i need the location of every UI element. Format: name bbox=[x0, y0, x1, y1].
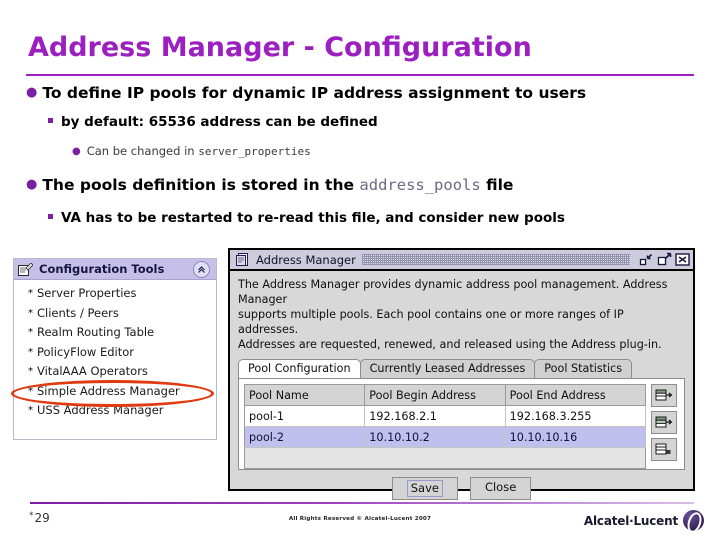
bullet-level2-restart-va: VA has to be restarted to re-read this f… bbox=[48, 210, 565, 226]
cell-pool-end-address[interactable]: 192.168.3.255 bbox=[505, 405, 647, 427]
sidebar-item-realm-routing-table[interactable]: * Realm Routing Table bbox=[28, 323, 216, 343]
address-manager-dialog: Address Manager The Address Manager prov… bbox=[228, 248, 695, 500]
bullet-level1-pools-file: ● The pools definition is stored in the a… bbox=[26, 176, 514, 194]
close-button[interactable]: Close bbox=[469, 477, 532, 500]
application-window-icon bbox=[235, 252, 250, 267]
dialog-description: The Address Manager provides dynamic add… bbox=[230, 271, 693, 356]
bullet-star-icon: * bbox=[28, 307, 33, 319]
tab-pool-configuration[interactable]: Pool Configuration bbox=[238, 359, 361, 378]
bullet-star-icon: * bbox=[28, 366, 33, 377]
code-server-properties: server_properties bbox=[198, 145, 311, 158]
sidebar-item-uss-address-manager[interactable]: * USS Address Manager bbox=[28, 401, 216, 421]
table-empty-row bbox=[244, 447, 646, 469]
bullet-square-icon bbox=[48, 214, 53, 219]
row-tool-buttons bbox=[651, 384, 679, 464]
bullet-star-icon: * bbox=[28, 288, 33, 299]
column-header-pool-name[interactable]: Pool Name bbox=[244, 384, 366, 406]
column-header-pool-begin-address[interactable]: Pool Begin Address bbox=[364, 384, 506, 406]
sidebar-item-policyflow-editor[interactable]: * PolicyFlow Editor bbox=[28, 343, 216, 363]
description-line-2: supports multiple pools. Each pool conta… bbox=[238, 308, 624, 336]
bullet-star-icon: * bbox=[28, 327, 33, 338]
configuration-tools-list: * Server Properties * Clients / Peers * Rea… bbox=[14, 280, 216, 421]
alcatel-lucent-logo-icon bbox=[683, 510, 704, 531]
table-header-row: Pool Name Pool Begin Address Pool End Ad… bbox=[244, 384, 647, 406]
bullet-star-icon: * bbox=[28, 405, 33, 416]
dialog-button-row: Save Close bbox=[230, 477, 693, 500]
bullet-level3-server-properties: ● Can be changed in server_properties bbox=[72, 144, 311, 158]
description-line-1: The Address Manager provides dynamic add… bbox=[238, 278, 668, 306]
code-address-pools: address_pools bbox=[359, 176, 481, 194]
save-button[interactable]: Save bbox=[391, 477, 458, 500]
dialog-titlebar[interactable]: Address Manager bbox=[230, 250, 693, 271]
configuration-tools-panel: Configuration Tools * Server Properties *… bbox=[13, 258, 217, 440]
bullet-level2-default-65536: by default: 65536 address can be defined bbox=[48, 114, 378, 130]
cell-pool-name[interactable]: pool-2 bbox=[244, 426, 366, 448]
tab-currently-leased-addresses[interactable]: Currently Leased Addresses bbox=[359, 359, 536, 378]
bullet-star-icon: * bbox=[28, 385, 33, 397]
page-title: Address Manager - Configuration bbox=[28, 32, 532, 63]
title-divider bbox=[26, 74, 694, 76]
minimize-icon[interactable] bbox=[639, 252, 654, 267]
sidebar-item-server-properties[interactable]: * Server Properties bbox=[28, 284, 216, 304]
sidebar-item-vitalaaa-operators[interactable]: * VitalAAA Operators bbox=[28, 362, 216, 382]
close-button-label: Close bbox=[484, 480, 517, 494]
bullet-dot-icon: ● bbox=[26, 85, 38, 100]
configuration-tools-header[interactable]: Configuration Tools bbox=[14, 259, 216, 280]
table-row[interactable]: pool-2 10.10.10.2 10.10.10.16 bbox=[244, 426, 647, 448]
cell-pool-end-address[interactable]: 10.10.10.16 bbox=[505, 426, 647, 448]
bullet-square-icon bbox=[48, 118, 53, 123]
chevron-up-icon[interactable] bbox=[193, 260, 210, 278]
bullet-level1-define-pools: ● To define IP pools for dynamic IP addre… bbox=[26, 84, 587, 102]
tab-pool-statistics[interactable]: Pool Statistics bbox=[534, 359, 633, 378]
cell-pool-begin-address[interactable]: 192.168.2.1 bbox=[364, 405, 506, 427]
bullet-dot-icon: ● bbox=[72, 146, 81, 157]
footer-divider bbox=[30, 502, 694, 504]
bullet-dot-icon: ● bbox=[26, 177, 38, 192]
close-icon[interactable] bbox=[675, 252, 690, 267]
brand-name: Alcatel·Lucent bbox=[583, 513, 678, 528]
sidebar-item-simple-address-manager[interactable]: * Simple Address Manager bbox=[28, 382, 216, 402]
brand-logo: Alcatel·Lucent bbox=[584, 510, 704, 531]
titlebar-hatch-fill bbox=[361, 254, 630, 265]
description-line-3: Addresses are requested, renewed, and re… bbox=[238, 338, 662, 351]
bullet-star-icon: * bbox=[28, 346, 33, 358]
cell-pool-name[interactable]: pool-1 bbox=[244, 405, 366, 427]
add-row-icon[interactable] bbox=[651, 384, 677, 407]
pool-table: Pool Name Pool Begin Address Pool End Ad… bbox=[244, 384, 647, 469]
maximize-icon[interactable] bbox=[657, 252, 672, 267]
delete-row-icon[interactable] bbox=[651, 438, 677, 461]
table-row[interactable]: pool-1 192.168.2.1 192.168.3.255 bbox=[244, 405, 647, 427]
column-header-pool-end-address[interactable]: Pool End Address bbox=[505, 384, 647, 406]
cell-pool-begin-address[interactable]: 10.10.10.2 bbox=[364, 426, 506, 448]
configuration-tools-label: Configuration Tools bbox=[39, 262, 165, 276]
insert-row-icon[interactable] bbox=[651, 411, 677, 434]
document-pencil-icon bbox=[18, 262, 34, 276]
dialog-tabstrip: Pool Configuration Currently Leased Addr… bbox=[238, 359, 693, 378]
save-button-label: Save bbox=[406, 480, 443, 497]
pool-configuration-panel: Pool Name Pool Begin Address Pool End Ad… bbox=[238, 378, 685, 470]
sidebar-item-clients-peers[interactable]: * Clients / Peers bbox=[28, 304, 216, 324]
dialog-title: Address Manager bbox=[256, 252, 356, 267]
